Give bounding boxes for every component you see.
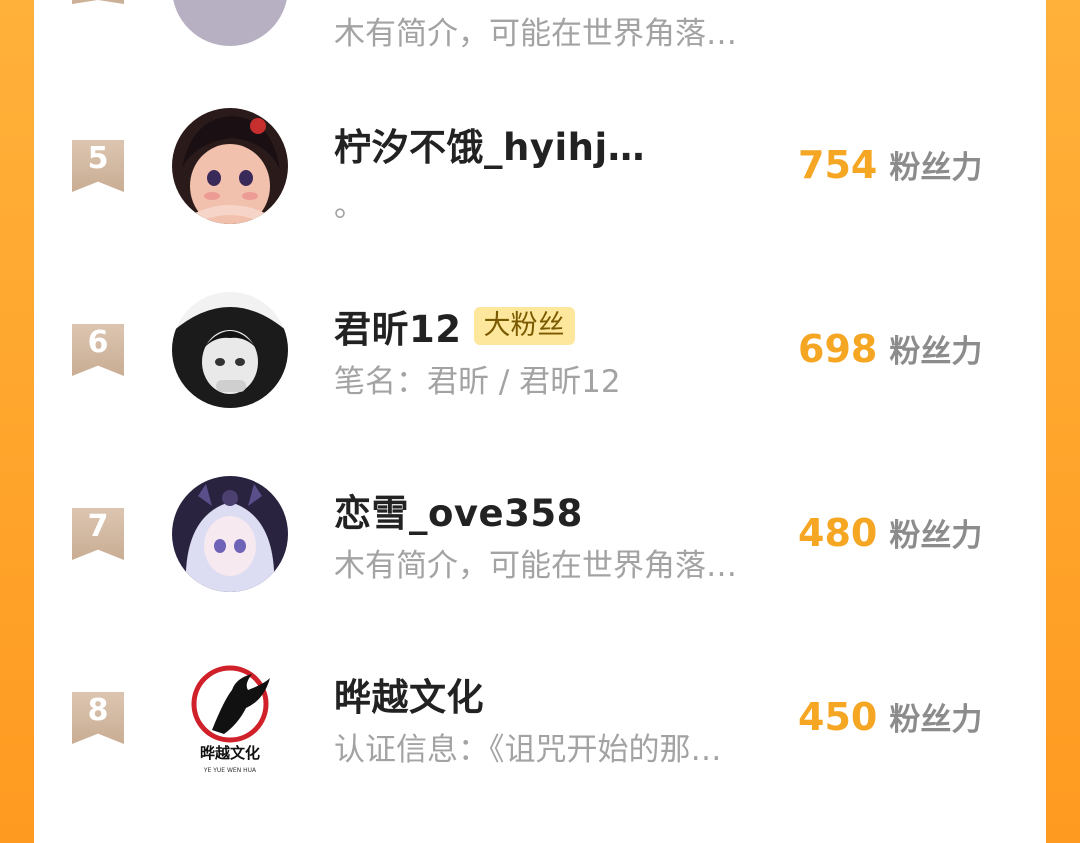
- rank-number: 5: [87, 141, 109, 176]
- score-unit: 粉丝力: [889, 518, 983, 554]
- score-value: 480: [798, 511, 878, 555]
- name-line: 恋雪_ove358: [334, 483, 583, 537]
- logo-wordmark: 晔越文化: [200, 744, 260, 762]
- fan-power-score: 754 粉丝力: [798, 142, 982, 187]
- user-description: 认证信息：《诅咒开始的那…: [334, 732, 722, 768]
- rank-number: 6: [87, 325, 109, 360]
- fan-power-score: 698 粉丝力: [798, 326, 982, 371]
- big-fan-badge: 大粉丝: [473, 307, 575, 345]
- avatar[interactable]: [172, 0, 288, 46]
- user-name[interactable]: 恋雪_ove358: [334, 483, 583, 537]
- user-name[interactable]: 晔越文化: [334, 667, 484, 721]
- rank-badge-icon: 8: [72, 692, 124, 744]
- user-description: 笔名：君昕 / 君昕12: [334, 364, 621, 400]
- avatar[interactable]: [172, 108, 288, 224]
- score-unit: 粉丝力: [889, 150, 983, 186]
- ranking-row-7[interactable]: 7 恋雪_ove358 木有简介，可能在世界角落… 480 粉丝力: [34, 474, 1046, 658]
- rank-number: 8: [87, 693, 109, 728]
- ranking-row-6[interactable]: 6 君昕12 大粉丝 笔名：君昕 / 君昕12 698 粉丝力: [34, 290, 1046, 474]
- rank-badge-icon: 7: [72, 508, 124, 560]
- fan-power-score: 480 粉丝力: [798, 510, 982, 555]
- score-unit: 粉丝力: [889, 334, 983, 370]
- user-description: 。: [334, 188, 365, 224]
- rank-badge-icon: [72, 0, 124, 4]
- name-line: 君昕12 大粉丝: [334, 299, 575, 353]
- user-description: 木有简介，可能在世界角落…: [334, 548, 737, 584]
- fan-ranking-panel: 木有简介，可能在世界角落… 5 柠汐不饿_hyihj… 。 754 粉丝力 6 …: [34, 0, 1046, 843]
- score-value: 698: [798, 327, 878, 371]
- logo-subtext: YE YUE WEN HUA: [203, 767, 257, 774]
- rank-badge-icon: 5: [72, 140, 124, 192]
- ranking-row-5[interactable]: 5 柠汐不饿_hyihj… 。 754 粉丝力: [34, 106, 1046, 290]
- score-unit: 粉丝力: [889, 702, 983, 738]
- avatar[interactable]: [172, 292, 288, 408]
- ranking-row-4[interactable]: 木有简介，可能在世界角落…: [34, 0, 1046, 52]
- rank-badge-icon: 6: [72, 324, 124, 376]
- score-value: 450: [798, 695, 878, 739]
- name-line: 柠汐不饿_hyihj…: [334, 117, 645, 171]
- user-name[interactable]: 柠汐不饿_hyihj…: [334, 117, 645, 171]
- avatar[interactable]: [172, 476, 288, 592]
- user-name[interactable]: 君昕12: [334, 299, 462, 353]
- name-line: 晔越文化: [334, 667, 484, 721]
- company-logo-avatar[interactable]: 晔越文化 YE YUE WEN HUA: [172, 660, 288, 776]
- score-value: 754: [798, 143, 878, 187]
- user-description: 木有简介，可能在世界角落…: [334, 16, 737, 52]
- rank-number: 7: [87, 509, 109, 544]
- ranking-row-8[interactable]: 8 晔越文化 YE YUE WEN HUA 晔越文化 认证信息：《诅咒开始的那……: [34, 658, 1046, 842]
- fan-power-score: 450 粉丝力: [798, 694, 982, 739]
